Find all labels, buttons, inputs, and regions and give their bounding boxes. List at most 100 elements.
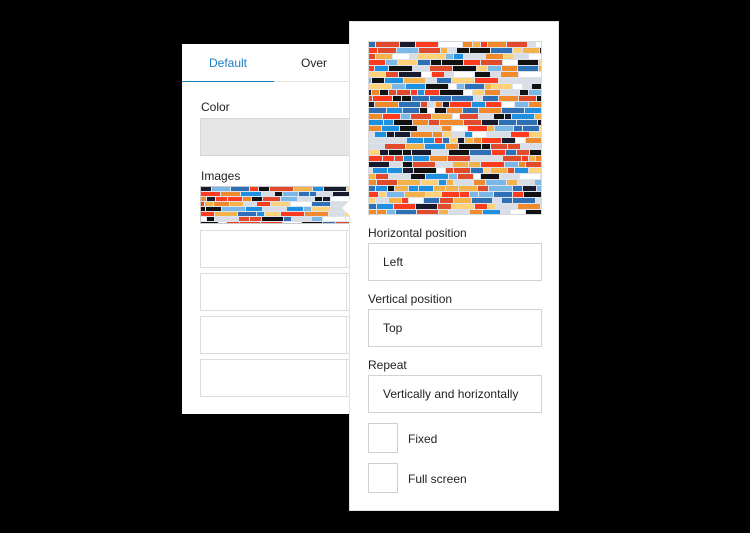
pattern-brick [453, 162, 468, 167]
full-screen-checkbox[interactable] [368, 463, 398, 493]
pattern-brick [482, 144, 490, 149]
pattern-brick [465, 132, 472, 137]
pattern-brick [393, 54, 409, 59]
pattern-brick [207, 217, 214, 221]
pattern-brick [452, 78, 474, 83]
pattern-brick [483, 96, 498, 101]
fixed-label: Fixed [408, 432, 438, 446]
image-slot-5[interactable] [200, 359, 360, 397]
pattern-brick [385, 138, 406, 143]
image-slot-1[interactable] [200, 186, 360, 224]
pattern-brick [201, 217, 206, 221]
tab-default[interactable]: Default [182, 44, 274, 82]
pattern-brick [369, 102, 374, 107]
pattern-brick [446, 168, 453, 173]
pattern-brick [394, 204, 415, 209]
pattern-brick [399, 102, 420, 107]
pattern-brick [520, 90, 528, 95]
pattern-brick [519, 96, 536, 101]
pattern-brick [263, 207, 286, 211]
pattern-brick [263, 197, 280, 201]
pattern-brick [535, 180, 541, 185]
pattern-brick [373, 96, 392, 101]
pattern-brick [323, 217, 345, 221]
pattern-brick [500, 174, 519, 179]
pattern-brick [299, 192, 309, 196]
horizontal-position-select[interactable]: Left [368, 243, 542, 281]
image-slot-4[interactable] [200, 316, 360, 354]
pattern-brick [312, 217, 322, 221]
pattern-brick [526, 162, 541, 167]
fixed-checkbox[interactable] [368, 423, 398, 453]
pattern-brick [442, 192, 459, 197]
image-slot-3[interactable] [200, 273, 360, 311]
pattern-brick [460, 114, 478, 119]
pattern-brick [270, 187, 293, 191]
pattern-brick [443, 132, 452, 137]
pattern-brick [369, 198, 375, 203]
pattern-brick [521, 144, 541, 149]
repeat-label: Repeat [368, 358, 407, 372]
pattern-brick [411, 132, 432, 137]
pattern-brick [446, 144, 458, 149]
pattern-brick [369, 210, 376, 214]
pattern-brick [474, 180, 485, 185]
pattern-brick [403, 162, 412, 167]
pattern-brick [537, 96, 541, 101]
pattern-brick [422, 72, 431, 77]
pattern-brick [518, 60, 538, 65]
pattern-brick [522, 156, 528, 161]
pattern-brick [369, 204, 376, 209]
pattern-brick [473, 42, 480, 47]
pattern-brick [465, 84, 484, 89]
tab-over[interactable]: Over [274, 44, 354, 82]
image-slot-2[interactable] [200, 230, 360, 268]
pattern-brick [491, 168, 507, 173]
pattern-brick [474, 174, 480, 179]
pattern-brick [432, 150, 448, 155]
pattern-brick [473, 132, 486, 137]
pattern-brick [464, 60, 480, 65]
pattern-brick [257, 202, 270, 206]
pattern-brick [487, 132, 510, 137]
repeat-select[interactable]: Vertically and horizontally [368, 375, 542, 413]
pattern-brick [369, 150, 379, 155]
pattern-brick [369, 180, 376, 185]
pattern-brick [439, 180, 446, 185]
pattern-brick [495, 126, 513, 131]
pattern-brick [481, 42, 487, 47]
pattern-brick [447, 108, 462, 113]
pattern-brick [447, 180, 453, 185]
color-swatch[interactable] [200, 118, 360, 156]
pattern-brick [516, 138, 525, 143]
pattern-brick [492, 150, 505, 155]
pattern-brick [403, 168, 413, 173]
pattern-brick [240, 222, 260, 223]
pattern-brick [228, 197, 242, 201]
pattern-brick [523, 186, 536, 191]
pattern-brick [468, 126, 487, 131]
pattern-brick [528, 42, 535, 47]
pattern-brick [369, 120, 383, 125]
pattern-brick [445, 72, 453, 77]
pattern-brick [369, 90, 371, 95]
pattern-brick [515, 168, 528, 173]
pattern-brick [443, 102, 449, 107]
pattern-brick [475, 72, 490, 77]
pattern-brick [379, 192, 386, 197]
pattern-brick [488, 204, 495, 209]
pattern-brick [372, 78, 384, 83]
pattern-brick [252, 197, 262, 201]
pattern-brick [453, 114, 459, 119]
pattern-brick [262, 192, 274, 196]
pattern-brick [491, 144, 507, 149]
pattern-brick [515, 54, 528, 59]
pattern-brick [384, 120, 393, 125]
vertical-position-select[interactable]: Top [368, 309, 542, 347]
pattern-brick [536, 198, 541, 203]
pattern-brick [275, 192, 282, 196]
pattern-brick [399, 72, 421, 77]
pattern-brick [452, 96, 473, 101]
pattern-brick [215, 212, 237, 216]
pattern-brick [375, 66, 388, 71]
